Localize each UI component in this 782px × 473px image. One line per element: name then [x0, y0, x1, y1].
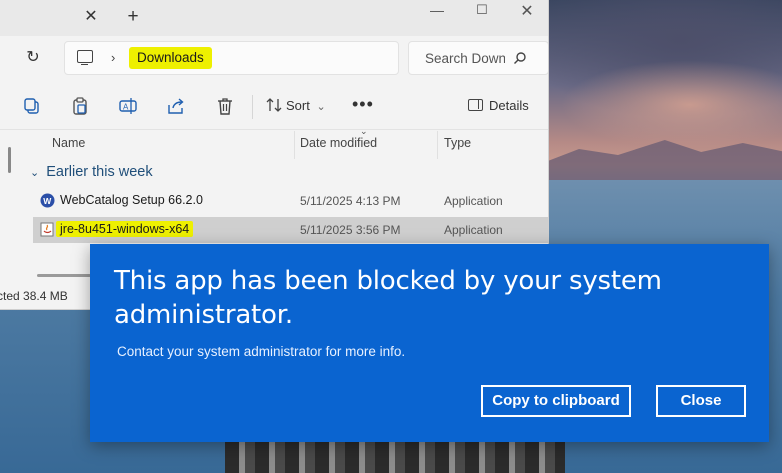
- title-bar: ✕ + — ☐ ✕: [0, 0, 548, 36]
- maximize-button[interactable]: ☐: [472, 2, 492, 18]
- sort-button[interactable]: Sort ⌄: [266, 98, 326, 113]
- file-date: 5/11/2025 4:13 PM: [300, 194, 401, 208]
- dialog-message: Contact your system administrator for mo…: [117, 344, 406, 359]
- dialog-title: This app has been blocked by your system…: [114, 266, 662, 330]
- chevron-down-icon: ⌄: [316, 101, 326, 113]
- file-name: WebCatalog Setup 66.2.0: [60, 193, 203, 207]
- copy-icon[interactable]: [22, 96, 44, 118]
- details-pane-icon: [468, 99, 483, 111]
- highlighted-file-name: jre-8u451-windows-x64: [56, 221, 194, 237]
- toolbar-divider: [252, 95, 253, 119]
- group-label: Earlier this week: [46, 164, 153, 180]
- svg-text:W: W: [43, 196, 52, 206]
- group-header-earlier-this-week[interactable]: ⌄ Earlier this week: [30, 164, 153, 180]
- close-window-button[interactable]: ✕: [517, 1, 537, 20]
- column-header-type[interactable]: Type: [444, 136, 471, 150]
- file-type: Application: [444, 194, 503, 208]
- status-text: cted 38.4 MB: [0, 289, 68, 303]
- details-pane-button[interactable]: Details: [468, 98, 529, 113]
- delete-icon[interactable]: [215, 96, 237, 118]
- navigation-row: ↻ › Downloads Search Downloads: [0, 36, 548, 82]
- wallpaper-pier: [225, 440, 565, 473]
- chevron-down-icon: ⌄: [30, 167, 40, 179]
- file-row[interactable]: W WebCatalog Setup 66.2.0 5/11/2025 4:13…: [33, 188, 548, 214]
- file-row-selected[interactable]: jre-8u451-windows-x64 5/11/2025 3:56 PM …: [33, 217, 548, 243]
- search-placeholder: Search Downloads: [425, 51, 505, 66]
- new-tab-icon[interactable]: +: [124, 7, 142, 26]
- svg-text:A: A: [123, 103, 129, 112]
- blocked-app-dialog: This app has been blocked by your system…: [90, 244, 769, 442]
- vertical-scrollbar[interactable]: [8, 147, 11, 173]
- details-label: Details: [489, 98, 529, 113]
- paste-icon[interactable]: [70, 96, 92, 118]
- breadcrumb-downloads[interactable]: Downloads: [129, 47, 212, 69]
- this-pc-icon[interactable]: [77, 50, 93, 65]
- minimize-button[interactable]: —: [426, 2, 448, 18]
- address-bar[interactable]: › Downloads: [64, 41, 399, 75]
- copy-to-clipboard-button[interactable]: Copy to clipboard: [481, 385, 631, 417]
- command-bar: A Sort ⌄ ••• Details: [0, 84, 548, 130]
- sort-icon: [266, 98, 282, 112]
- file-type: Application: [444, 223, 503, 237]
- column-header-name[interactable]: Name: [52, 136, 85, 150]
- share-icon[interactable]: [166, 96, 188, 118]
- horizontal-scrollbar[interactable]: [37, 274, 91, 277]
- search-input[interactable]: Search Downloads: [408, 41, 548, 75]
- webcatalog-app-icon: W: [40, 193, 55, 208]
- close-button[interactable]: Close: [656, 385, 746, 417]
- more-options-icon[interactable]: •••: [352, 94, 374, 115]
- sort-label: Sort: [286, 98, 310, 113]
- column-divider[interactable]: [294, 131, 295, 159]
- chevron-right-icon[interactable]: ›: [111, 50, 115, 65]
- column-divider[interactable]: [437, 131, 438, 159]
- java-installer-icon: [40, 222, 54, 237]
- file-date: 5/11/2025 3:56 PM: [300, 223, 401, 237]
- rename-icon[interactable]: A: [118, 96, 140, 118]
- tab-close-icon[interactable]: ✕: [82, 8, 100, 26]
- file-name: jre-8u451-windows-x64: [56, 221, 194, 237]
- column-header-date-modified[interactable]: Date modified: [300, 136, 377, 150]
- refresh-icon[interactable]: ↻: [24, 49, 42, 67]
- search-icon[interactable]: [513, 51, 527, 65]
